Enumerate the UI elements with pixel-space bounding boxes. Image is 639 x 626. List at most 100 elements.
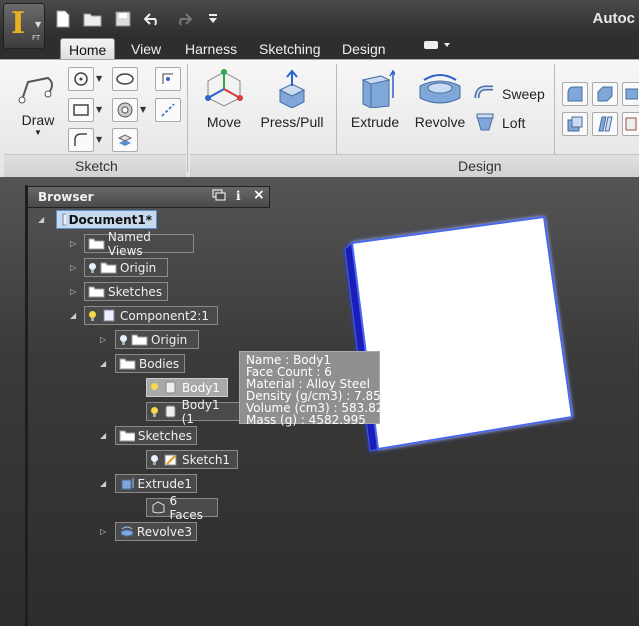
tree-node-named-views[interactable]: Named Views (84, 230, 194, 258)
application-menu-button[interactable]: I ▼ FT (3, 3, 45, 49)
lightbulb-icon[interactable] (150, 382, 159, 394)
loft-label: Loft (502, 115, 526, 131)
folder-icon (100, 262, 117, 274)
scale-button[interactable] (622, 112, 639, 136)
tree-node-label: Origin (120, 260, 157, 275)
tree-node-body1-copy[interactable]: Body1 (1 (146, 398, 240, 426)
expand-icon[interactable]: ▷ (100, 528, 108, 536)
rectangle-tool-button[interactable] (68, 98, 94, 122)
chevron-down-icon: ▼ (35, 20, 42, 29)
extrude-button[interactable]: Extrude (346, 68, 404, 130)
panel-separator (187, 64, 188, 172)
tab-home[interactable]: Home (60, 38, 116, 61)
close-icon[interactable]: × (253, 187, 265, 203)
expand-icon[interactable]: ▷ (70, 264, 78, 272)
collapse-icon[interactable]: ◢ (100, 360, 108, 368)
design-panel-label: Design (458, 158, 502, 174)
browser-title: Browser (38, 190, 94, 204)
tab-sketching[interactable]: Sketching (251, 38, 328, 60)
chamfer-button[interactable] (592, 82, 618, 106)
collapse-icon[interactable]: ◢ (100, 480, 108, 488)
tree-node-sketch1[interactable]: Sketch1 (146, 450, 238, 469)
tree-node-revolve3[interactable]: Revolve3 (115, 522, 197, 541)
collapse-icon[interactable]: ◢ (70, 312, 78, 320)
lightbulb-icon[interactable] (119, 334, 128, 346)
tree-node-extrude1[interactable]: Extrude1 (115, 474, 197, 493)
combine-icon (567, 116, 583, 132)
circle-tool-button[interactable] (68, 67, 94, 91)
lightbulb-icon[interactable] (150, 454, 159, 466)
undo-icon[interactable] (142, 9, 164, 29)
draw-button[interactable]: Draw ▼ (10, 70, 66, 137)
tree-node-label: Sketches (137, 428, 192, 443)
tab-view[interactable]: View (123, 38, 169, 60)
tab-harness[interactable]: Harness (177, 38, 245, 60)
tree-node-document[interactable]: Document1* (56, 210, 157, 229)
save-icon[interactable] (112, 9, 134, 29)
construction-line-button[interactable] (155, 98, 181, 122)
tree-node-sketches[interactable]: Sketches (84, 282, 168, 301)
point-tool-button[interactable] (155, 67, 181, 91)
redo-icon[interactable] (172, 9, 194, 29)
extrude-label: Extrude (350, 114, 400, 130)
presspull-label: Press/Pull (260, 114, 324, 130)
loft-icon (476, 113, 494, 131)
tree-node-label: 6 Faces (169, 493, 203, 522)
fillet-icon (74, 133, 87, 146)
tree-node-component-origin[interactable]: Origin (115, 330, 199, 349)
loft-button[interactable]: Loft (474, 113, 525, 133)
new-file-icon[interactable] (52, 9, 74, 29)
tree-node-component[interactable]: Component2:1 (84, 306, 218, 325)
document-icon (62, 213, 66, 226)
info-icon[interactable]: i (236, 189, 241, 203)
fillet-dropdown-icon[interactable]: ▼ (96, 135, 102, 144)
revolve-feature-icon (120, 526, 134, 537)
lightbulb-icon[interactable] (88, 262, 97, 274)
presspull-icon (278, 69, 306, 108)
split-button[interactable] (592, 112, 618, 136)
revolve-label: Revolve (414, 114, 466, 130)
circle-dropdown-icon[interactable]: ▼ (96, 74, 102, 83)
body-properties-tooltip: Name : Body1 Face Count : 6 Material : A… (239, 351, 391, 426)
tree-node-origin[interactable]: Origin (84, 258, 168, 277)
fillet-tool-button[interactable] (68, 128, 94, 152)
tree-node-label: Component2:1 (120, 308, 209, 323)
revolve-button[interactable]: Revolve (412, 68, 468, 130)
ellipse-icon (116, 73, 134, 85)
ellipse-tool-button[interactable] (112, 67, 138, 91)
collapse-icon[interactable]: ◢ (38, 216, 46, 224)
rectangle-dropdown-icon[interactable]: ▼ (96, 105, 102, 114)
browser-options-icon[interactable] (212, 189, 226, 204)
shell-button[interactable] (622, 82, 639, 106)
sweep-button[interactable]: Sweep (474, 84, 545, 104)
body-icon (165, 405, 176, 418)
browser-frame (25, 185, 28, 626)
lightbulb-icon[interactable] (88, 310, 97, 322)
revolve-icon (419, 74, 461, 104)
combine-button[interactable] (562, 112, 588, 136)
tree-node-bodies[interactable]: Bodies (115, 354, 185, 373)
sweep-icon (474, 85, 493, 99)
qat-dropdown-icon[interactable] (202, 9, 224, 29)
expand-icon[interactable]: ▷ (100, 336, 108, 344)
lightbulb-icon[interactable] (150, 406, 159, 418)
chamfer-icon (597, 86, 613, 102)
polygon-dropdown-icon[interactable]: ▼ (140, 105, 146, 114)
expand-icon[interactable]: ▷ (70, 240, 78, 248)
fillet-edge-button[interactable] (562, 82, 588, 106)
ribbon-display-toggle[interactable] (414, 38, 460, 60)
move-label: Move (206, 114, 242, 130)
open-folder-icon[interactable] (82, 9, 104, 29)
tab-design[interactable]: Design (334, 38, 394, 60)
tree-node-faces[interactable]: 6 Faces (146, 494, 218, 522)
tree-node-component-sketches[interactable]: Sketches (115, 426, 197, 445)
folder-icon (119, 358, 136, 370)
polygon-tool-button[interactable] (112, 98, 138, 122)
project-geometry-button[interactable] (112, 128, 138, 152)
tree-node-body1[interactable]: Body1 (146, 378, 228, 397)
move-button[interactable]: Move (200, 68, 248, 130)
collapse-icon[interactable]: ◢ (100, 432, 108, 440)
expand-icon[interactable]: ▷ (70, 288, 78, 296)
presspull-button[interactable]: Press/Pull (258, 68, 326, 130)
body-3d-view[interactable] (330, 205, 590, 465)
